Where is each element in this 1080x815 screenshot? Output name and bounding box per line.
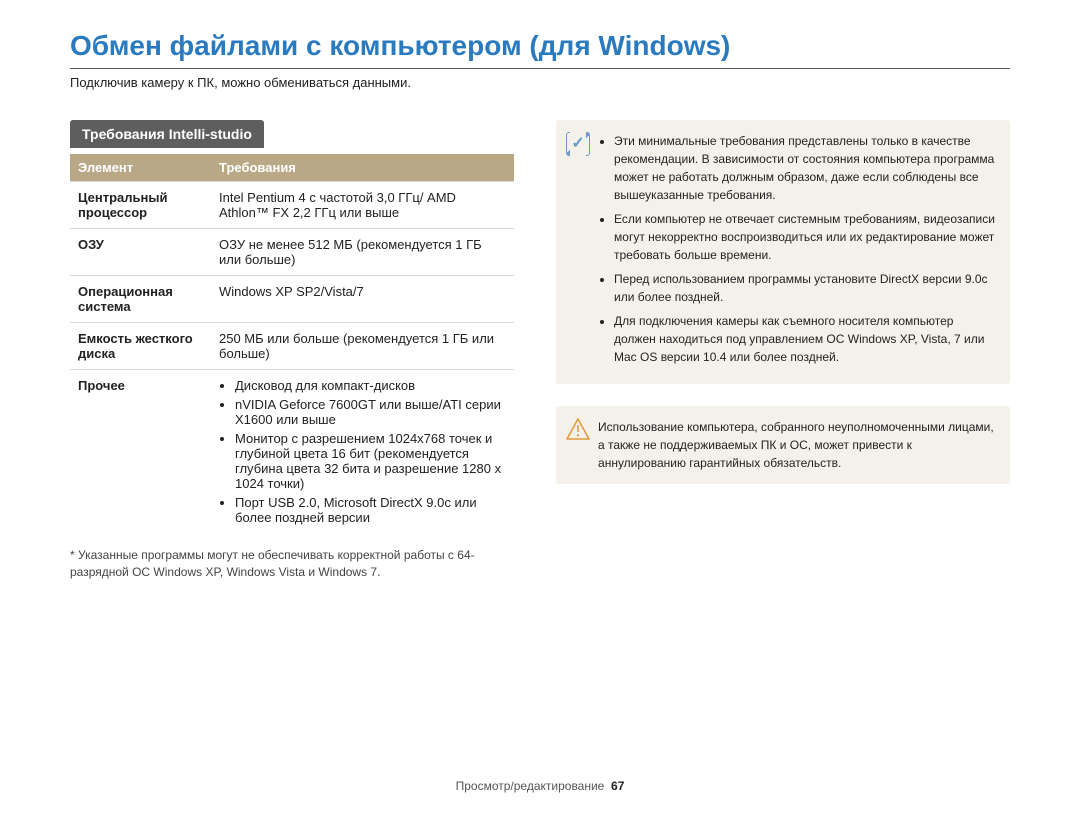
- table-row: ОЗУ ОЗУ не менее 512 МБ (рекомендуется 1…: [70, 229, 514, 276]
- footer-label: Просмотр/редактирование: [456, 779, 605, 793]
- list-item: Порт USB 2.0, Microsoft DirectX 9.0c или…: [235, 495, 506, 525]
- warning-text: Использование компьютера, собранного неу…: [598, 420, 994, 470]
- th-requirement: Требования: [211, 154, 514, 182]
- list-item: Монитор с разрешением 1024x768 точек и г…: [235, 431, 506, 491]
- note-item: Перед использованием программы установит…: [614, 270, 996, 306]
- footnote: * Указанные программы могут не обеспечив…: [70, 547, 514, 581]
- warning-icon: [566, 418, 590, 440]
- requirements-table: Элемент Требования Центральный процессор…: [70, 154, 514, 537]
- list-item: Дисковод для компакт-дисков: [235, 378, 506, 393]
- table-row: Емкость жесткого диска 250 МБ или больше…: [70, 323, 514, 370]
- list-item: nVIDIA Geforce 7600GT или выше/ATI серии…: [235, 397, 506, 427]
- warning-box: Использование компьютера, собранного неу…: [556, 406, 1010, 484]
- page-title: Обмен файлами с компьютером (для Windows…: [70, 30, 1010, 64]
- section-tab: Требования Intelli-studio: [70, 120, 264, 148]
- table-row: Центральный процессор Intel Pentium 4 с …: [70, 182, 514, 229]
- other-list: Дисковод для компакт-дисков nVIDIA Gefor…: [219, 378, 506, 525]
- note-item: Если компьютер не отвечает системным тре…: [614, 210, 996, 264]
- note-box: ✓ Эти минимальные требования представлен…: [556, 120, 1010, 384]
- title-rule: [70, 68, 1010, 69]
- th-element: Элемент: [70, 154, 211, 182]
- note-icon: ✓: [566, 132, 590, 156]
- table-row: Прочее Дисковод для компакт-дисков nVIDI…: [70, 370, 514, 538]
- table-row: Операционная система Windows XP SP2/Vist…: [70, 276, 514, 323]
- left-column: Требования Intelli-studio Элемент Требов…: [70, 120, 514, 593]
- intro-text: Подключив камеру к ПК, можно обмениватьс…: [70, 75, 1010, 90]
- note-item: Для подключения камеры как съемного носи…: [614, 312, 996, 366]
- page-footer: Просмотр/редактирование 67: [0, 779, 1080, 793]
- right-column: ✓ Эти минимальные требования представлен…: [556, 120, 1010, 593]
- note-item: Эти минимальные требования представлены …: [614, 132, 996, 204]
- page-number: 67: [611, 779, 624, 793]
